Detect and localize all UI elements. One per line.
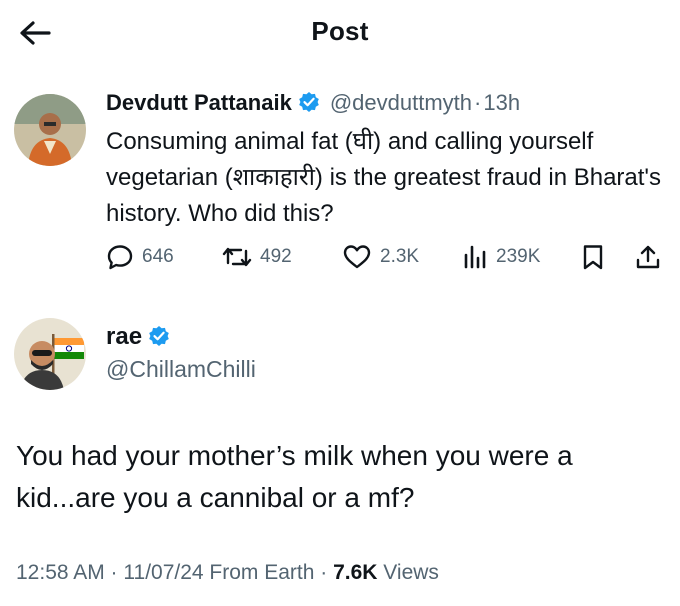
views-button[interactable]: 239K <box>462 240 540 274</box>
reply-author-row: rae <box>106 323 170 355</box>
post-meta: 12:58 AM · 11/07/24 From Earth · 7.6K Vi… <box>16 561 439 585</box>
views-total: 7.6K <box>333 561 378 584</box>
reply-author-handle[interactable]: @ChillamChilli <box>106 356 256 383</box>
bookmark-button[interactable] <box>580 240 606 274</box>
author-handle[interactable]: @devduttmyth <box>330 90 472 115</box>
post-time[interactable]: 13h <box>483 90 520 115</box>
reply-avatar[interactable] <box>14 318 86 390</box>
page-title: Post <box>311 16 369 46</box>
reply-author-name[interactable]: rae <box>106 323 142 350</box>
like-button[interactable]: 2.3K <box>342 240 419 274</box>
post-text: Consuming animal fat (घी) and calling yo… <box>106 128 662 227</box>
bookmark-icon <box>580 243 606 271</box>
share-button[interactable] <box>634 240 662 274</box>
action-bar: 646 492 2.3K 239K <box>106 240 666 274</box>
like-count: 2.3K <box>380 246 420 267</box>
views-count: 239K <box>496 246 541 267</box>
views-icon <box>462 243 488 271</box>
author-name[interactable]: Devdutt Pattanaik <box>106 90 292 115</box>
like-icon <box>342 243 372 271</box>
repost-count: 492 <box>260 246 292 267</box>
reply-text: You had your mother’s milk when you were… <box>16 440 573 513</box>
reply-count: 646 <box>142 246 174 267</box>
timestamp[interactable]: 12:58 AM · 11/07/24 From Earth · <box>16 561 333 584</box>
verified-icon <box>298 91 320 113</box>
repost-button[interactable]: 492 <box>222 240 292 274</box>
separator-dot: · <box>474 90 482 115</box>
views-label: Views <box>377 561 439 584</box>
reply-button[interactable]: 646 <box>106 240 174 274</box>
reply-icon <box>106 243 134 271</box>
avatar[interactable] <box>14 94 86 166</box>
repost-icon <box>222 243 252 271</box>
post-author-row: Devdutt Pattanaik @devduttmyth·13h <box>106 90 520 120</box>
share-icon <box>634 243 662 271</box>
top-bar: Post <box>0 0 680 66</box>
verified-icon <box>148 325 170 347</box>
